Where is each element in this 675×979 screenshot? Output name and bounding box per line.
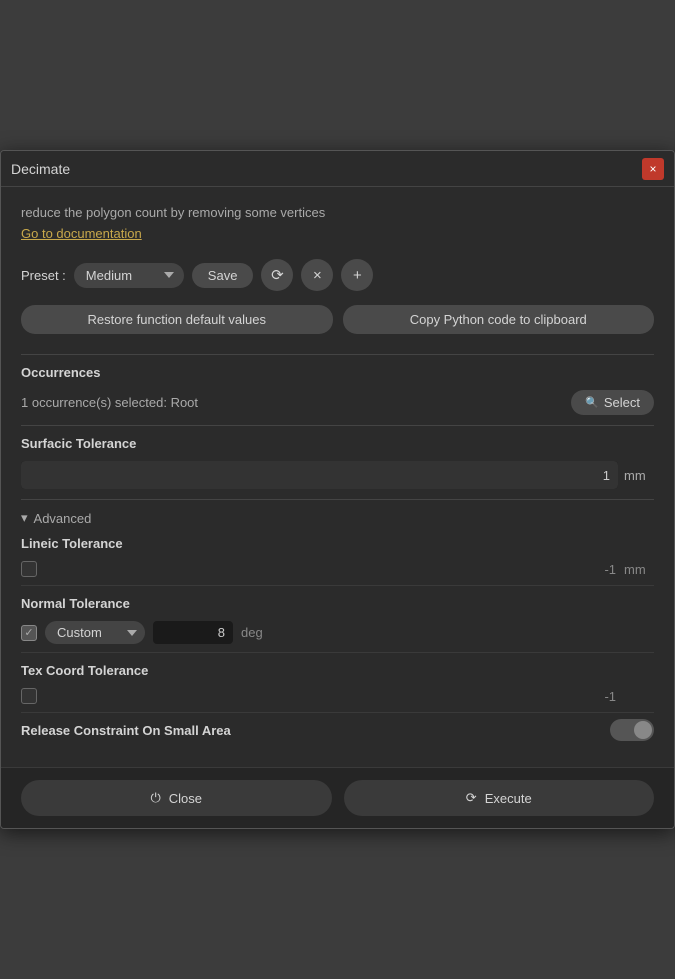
normal-tolerance-value-box: 8 [153, 621, 233, 644]
window-title: Decimate [11, 161, 70, 177]
surfacic-tolerance-title: Surfacic Tolerance [21, 436, 654, 451]
execute-refresh-icon: ⟳ [466, 790, 477, 806]
surfacic-tolerance-row: 1 mm [21, 461, 654, 489]
tex-coord-tolerance-checkbox[interactable] [21, 688, 37, 704]
save-button[interactable]: Save [192, 263, 254, 288]
divider-1 [21, 354, 654, 355]
release-constraint-label: Release Constraint On Small Area [21, 723, 231, 738]
surfacic-tolerance-unit: mm [624, 468, 654, 483]
normal-tolerance-row: ✓ Custom Low Medium High 8 deg [21, 621, 654, 644]
lineic-tolerance-unit: mm [624, 562, 654, 577]
execute-button[interactable]: ⟳ Execute [344, 780, 655, 816]
release-constraint-toggle[interactable] [610, 719, 654, 741]
occurrences-section-title: Occurrences [21, 365, 654, 380]
lineic-tolerance-title: Lineic Tolerance [21, 536, 654, 551]
lineic-tolerance-row: -1 mm [21, 561, 654, 577]
copy-python-button[interactable]: Copy Python code to clipboard [343, 305, 655, 334]
refresh-button[interactable]: ⟳ [261, 259, 293, 291]
tex-coord-tolerance-value: -1 [604, 689, 616, 704]
surfacic-tolerance-slider[interactable]: 1 [21, 461, 618, 489]
action-row: Restore function default values Copy Pyt… [21, 305, 654, 334]
advanced-toggle[interactable]: ▾ Advanced [21, 510, 654, 526]
documentation-link[interactable]: Go to documentation [21, 226, 142, 241]
normal-tolerance-unit: deg [241, 625, 271, 640]
tex-coord-tolerance-title: Tex Coord Tolerance [21, 663, 654, 678]
power-icon: ⏻ [150, 790, 160, 806]
lineic-tolerance-checkbox[interactable] [21, 561, 37, 577]
description-text: reduce the polygon count by removing som… [21, 205, 654, 220]
normal-tolerance-value: 8 [218, 625, 225, 640]
preset-dropdown[interactable]: Low Medium High Custom [74, 263, 184, 288]
release-constraint-row: Release Constraint On Small Area [21, 719, 654, 741]
surfacic-tolerance-fill [21, 461, 618, 489]
select-label: Select [604, 395, 640, 410]
occurrences-text: 1 occurrence(s) selected: Root [21, 395, 198, 410]
divider-4 [21, 585, 654, 586]
normal-tolerance-dropdown[interactable]: Custom Low Medium High [45, 621, 145, 644]
footer: ⏻ Close ⟳ Execute [1, 767, 674, 828]
divider-6 [21, 712, 654, 713]
divider-5 [21, 652, 654, 653]
surfacic-tolerance-value: 1 [603, 468, 610, 483]
lineic-tolerance-value: -1 [604, 562, 616, 577]
restore-defaults-button[interactable]: Restore function default values [21, 305, 333, 334]
chevron-down-icon: ▾ [21, 510, 28, 526]
normal-tolerance-title: Normal Tolerance [21, 596, 654, 611]
checkmark-icon: ✓ [24, 626, 33, 639]
toggle-knob [634, 721, 652, 739]
divider-2 [21, 425, 654, 426]
advanced-label: Advanced [34, 511, 92, 526]
divider-3 [21, 499, 654, 500]
main-content: reduce the polygon count by removing som… [1, 187, 674, 767]
decimate-window: Decimate × reduce the polygon count by r… [0, 150, 675, 829]
title-bar: Decimate × [1, 151, 674, 187]
add-button[interactable]: + [341, 259, 373, 291]
close-button[interactable]: ⏻ Close [21, 780, 332, 816]
tex-coord-tolerance-row: -1 [21, 688, 654, 704]
window-close-button[interactable]: × [642, 158, 664, 180]
occurrences-row: 1 occurrence(s) selected: Root 🔍 Select [21, 390, 654, 415]
close-label: Close [169, 791, 202, 806]
search-icon: 🔍 [585, 396, 599, 409]
preset-label: Preset : [21, 268, 66, 283]
clear-button[interactable]: × [301, 259, 333, 291]
execute-label: Execute [485, 791, 532, 806]
normal-tolerance-checkbox[interactable]: ✓ [21, 625, 37, 641]
preset-row: Preset : Low Medium High Custom Save ⟳ ×… [21, 259, 654, 291]
select-button[interactable]: 🔍 Select [571, 390, 654, 415]
